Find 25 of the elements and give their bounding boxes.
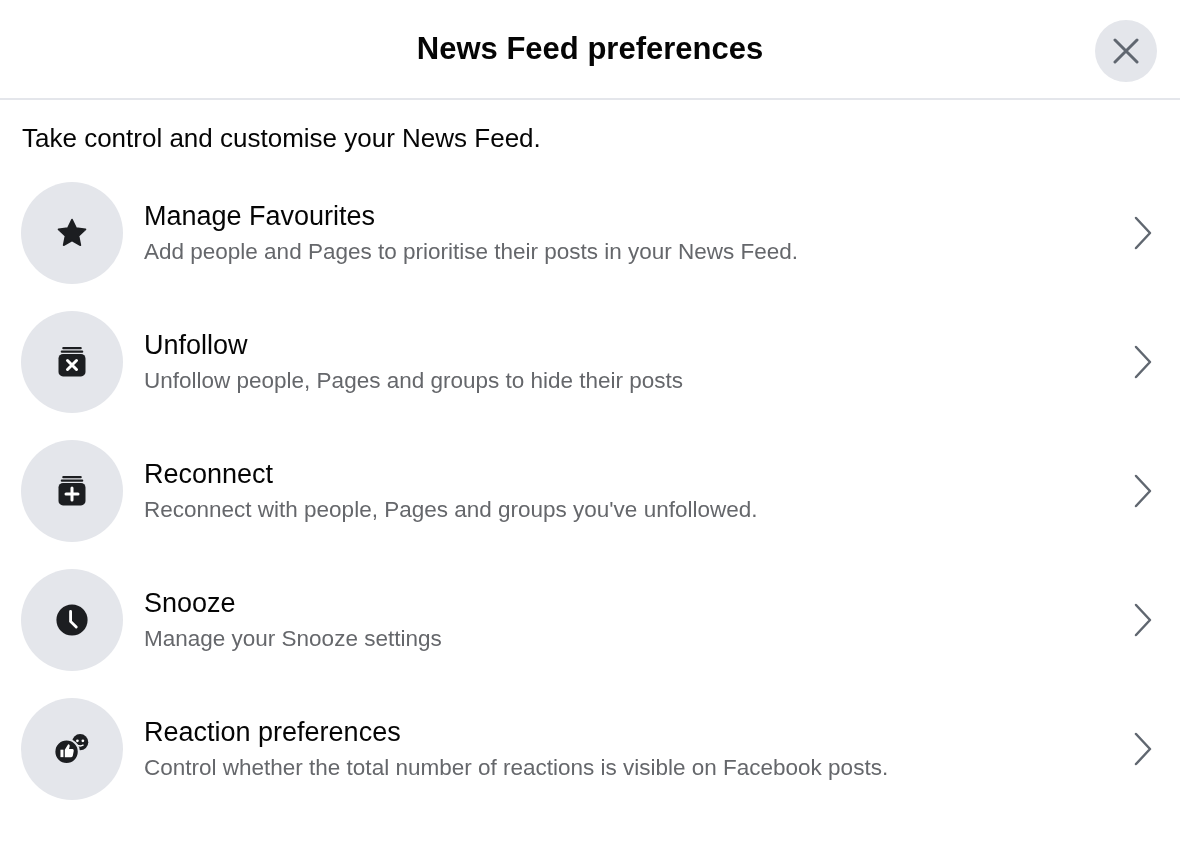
clock-icon xyxy=(55,603,89,637)
preference-item[interactable]: Manage Favourites Add people and Pages to prioritise their posts in your News Feed. xyxy=(0,182,1180,284)
item-description: Add people and Pages to prioritise their posts in your News Feed. xyxy=(144,238,800,266)
chevron-right-icon xyxy=(1134,732,1152,766)
preference-item[interactable]: Unfollow Unfollow people, Pages and groups to hide their posts xyxy=(0,311,1180,413)
chevron-right-icon xyxy=(1134,603,1152,637)
item-description: Control whether the total number of reactions is visible on Facebook posts. xyxy=(144,754,890,782)
item-title: Unfollow xyxy=(144,329,249,362)
item-description: Reconnect with people, Pages and groups you've unfollowed. xyxy=(144,496,759,524)
close-icon xyxy=(1113,38,1139,64)
item-title: Snooze xyxy=(144,587,237,620)
chevron-right-icon xyxy=(1134,216,1152,250)
thumbs-up-icon xyxy=(53,732,91,766)
item-description: Manage your Snooze settings xyxy=(144,625,443,653)
preference-item[interactable]: Reaction preferences Control whether the total number of reactions is visible on Facebook posts. xyxy=(0,698,1180,800)
item-title: Reaction preferences xyxy=(144,716,402,749)
dialog-title: News Feed preferences xyxy=(416,31,764,67)
chevron-right-icon xyxy=(1134,474,1152,508)
chevron-right-icon xyxy=(1134,345,1152,379)
preference-item[interactable]: Snooze Manage your Snooze settings xyxy=(0,569,1180,671)
item-title: Reconnect xyxy=(144,458,275,491)
item-description: Unfollow people, Pages and groups to hide their posts xyxy=(144,367,685,395)
preference-item[interactable]: Reconnect Reconnect with people, Pages and groups you've unfollowed. xyxy=(0,440,1180,542)
intro-text: Take control and customise your News Feed. xyxy=(22,122,542,155)
item-title: Manage Favourites xyxy=(144,200,377,233)
